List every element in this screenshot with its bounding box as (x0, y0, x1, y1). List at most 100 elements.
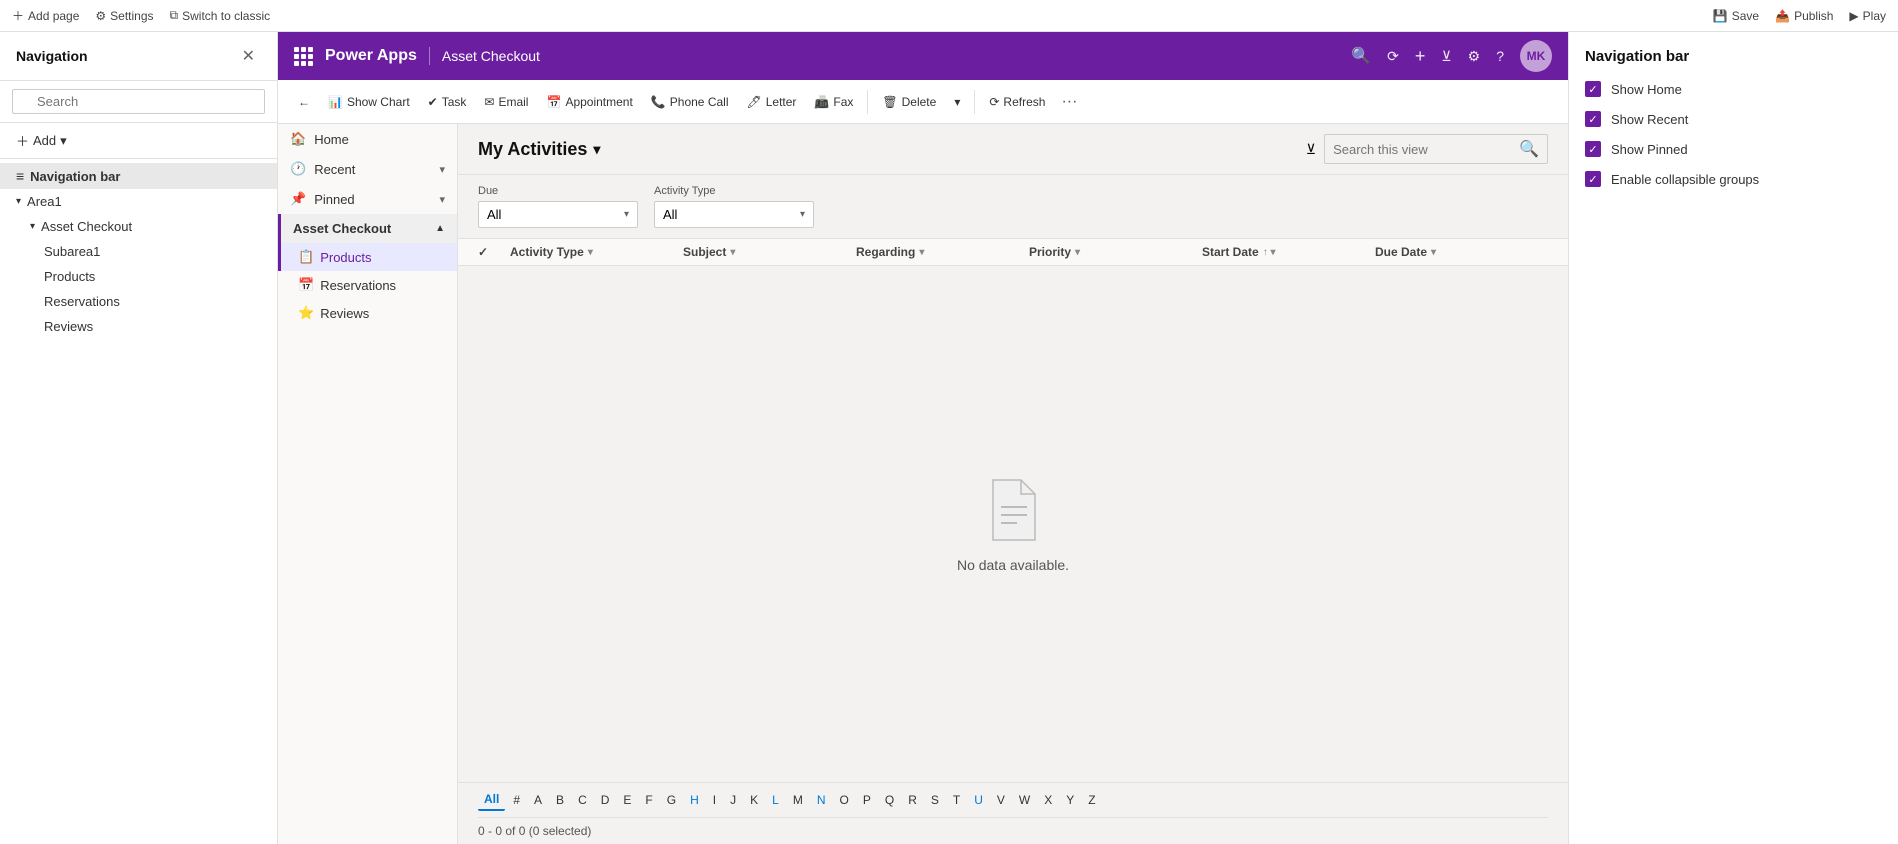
delete-button[interactable]: 🗑 Delete (874, 90, 944, 114)
pa-avatar[interactable]: MK (1520, 40, 1552, 72)
sort-icon-start-date: ↑ ▾ (1263, 247, 1276, 258)
nav-tree-item-area1[interactable]: ▾ Area1 (0, 189, 277, 214)
pa-refresh-icon[interactable]: ⟳ (1387, 48, 1399, 65)
col-activity-type[interactable]: Activity Type ▾ (510, 245, 683, 259)
pa-filter-icon[interactable]: ⊻ (1441, 48, 1451, 65)
phone-call-button[interactable]: 📞 Phone Call (643, 90, 737, 114)
nav-add-button[interactable]: ＋ Add ▾ (16, 131, 67, 150)
sidebar-pinned-item[interactable]: 📌 Pinned ▾ (278, 184, 457, 214)
pa-search-icon[interactable]: 🔍 (1351, 46, 1371, 66)
col-start-date[interactable]: Start Date ↑ ▾ (1202, 245, 1375, 259)
alpha-item-#[interactable]: # (507, 790, 526, 810)
alpha-item-o[interactable]: O (834, 790, 855, 810)
asset-checkout-collapse-icon: ▾ (30, 221, 35, 232)
show-chart-button[interactable]: 📊 Show Chart (320, 90, 418, 114)
alpha-item-k[interactable]: K (744, 790, 764, 810)
alpha-item-z[interactable]: Z (1082, 790, 1101, 810)
alpha-item-p[interactable]: P (857, 790, 877, 810)
sidebar-asset-checkout-section[interactable]: Asset Checkout ▲ (278, 214, 457, 243)
products-icon: 📋 (298, 249, 314, 265)
select-all-checkbox[interactable]: ✓ (478, 245, 510, 259)
play-button[interactable]: ▶ Play (1849, 9, 1886, 23)
pa-add-icon[interactable]: + (1415, 46, 1426, 67)
due-filter-select[interactable]: All ▾ (478, 201, 638, 228)
sidebar-item-reviews[interactable]: ⭐ Reviews (278, 299, 457, 327)
dropdown-more-button[interactable]: ▾ (946, 90, 968, 114)
sidebar-home-item[interactable]: 🏠 Home (278, 124, 457, 154)
save-button[interactable]: 💾 Save (1713, 9, 1759, 23)
nav-tree-item-asset-checkout[interactable]: ▾ Asset Checkout (0, 214, 277, 239)
nav-editor-close-button[interactable]: ✕ (236, 44, 261, 68)
nav-tree-item-reservations[interactable]: Reservations (0, 289, 277, 314)
sidebar-item-reservations[interactable]: 📅 Reservations (278, 271, 457, 299)
alpha-item-n[interactable]: N (811, 790, 832, 810)
col-priority[interactable]: Priority ▾ (1029, 245, 1202, 259)
alpha-item-e[interactable]: E (617, 790, 637, 810)
task-button[interactable]: ✔ Task (420, 90, 475, 114)
alpha-item-v[interactable]: V (991, 790, 1011, 810)
nav-tree-item-products[interactable]: Products (0, 264, 277, 289)
checkbox-show-pinned[interactable]: ✓ (1585, 141, 1601, 157)
reservations-icon: 📅 (298, 277, 314, 293)
alpha-item-u[interactable]: U (968, 790, 989, 810)
checkbox-show-home[interactable]: ✓ (1585, 81, 1601, 97)
alpha-item-c[interactable]: C (572, 790, 593, 810)
appointment-button[interactable]: 📅 Appointment (538, 90, 640, 114)
col-regarding[interactable]: Regarding ▾ (856, 245, 1029, 259)
back-button[interactable]: ← (290, 90, 318, 114)
alpha-item-q[interactable]: Q (879, 790, 900, 810)
alpha-item-t[interactable]: T (947, 790, 966, 810)
switch-classic-button[interactable]: ⧉ Switch to classic (170, 8, 271, 23)
alpha-item-d[interactable]: D (595, 790, 616, 810)
activity-type-filter-group: Activity Type All ▾ (654, 185, 814, 228)
checkbox-show-recent[interactable]: ✓ (1585, 111, 1601, 127)
nav-search-input[interactable] (12, 89, 265, 114)
alpha-item-i[interactable]: I (707, 790, 722, 810)
view-filter-icon[interactable]: ⊻ (1306, 141, 1316, 158)
refresh-button[interactable]: ⟳ Refresh (981, 90, 1053, 114)
alpha-item-all[interactable]: All (478, 789, 505, 811)
alpha-item-w[interactable]: W (1013, 790, 1036, 810)
sidebar-recent-item[interactable]: 🕐 Recent ▾ (278, 154, 457, 184)
due-chevron-icon: ▾ (624, 209, 629, 220)
alpha-item-x[interactable]: X (1038, 790, 1058, 810)
pinned-chevron-icon: ▾ (439, 193, 445, 206)
alpha-item-j[interactable]: J (724, 790, 742, 810)
fax-button[interactable]: 📠 Fax (806, 90, 861, 114)
checkbox-enable-collapsible[interactable]: ✓ (1585, 171, 1601, 187)
alpha-item-m[interactable]: M (787, 790, 809, 810)
app-layout: 🏠 Home 🕐 Recent ▾ 📌 Pinned (278, 124, 1568, 844)
pa-help-icon[interactable]: ? (1496, 48, 1504, 64)
settings-button[interactable]: ⚙ Settings (95, 9, 153, 23)
alpha-item-b[interactable]: B (550, 790, 570, 810)
alpha-item-y[interactable]: Y (1060, 790, 1080, 810)
publish-button[interactable]: 📤 Publish (1775, 9, 1833, 23)
fax-icon: 📠 (814, 95, 829, 109)
col-subject[interactable]: Subject ▾ (683, 245, 856, 259)
alpha-item-a[interactable]: A (528, 790, 548, 810)
apps-grid-icon[interactable] (294, 47, 313, 66)
add-page-button[interactable]: ＋ Add page (12, 7, 79, 24)
email-button[interactable]: ✉ Email (476, 90, 536, 114)
more-options-icon[interactable]: ··· (1055, 89, 1083, 115)
alpha-item-s[interactable]: S (925, 790, 945, 810)
alpha-item-f[interactable]: F (639, 790, 658, 810)
pa-settings-icon[interactable]: ⚙ (1468, 48, 1481, 65)
sidebar-item-products[interactable]: 📋 Products (278, 243, 457, 271)
alpha-item-l[interactable]: L (766, 790, 785, 810)
nav-search-container (0, 81, 277, 123)
view-title[interactable]: My Activities ▾ (478, 139, 600, 160)
reservations-nav-label: Reservations (44, 294, 120, 309)
letter-button[interactable]: 🖊 Letter (739, 90, 805, 114)
activity-type-select[interactable]: All ▾ (654, 201, 814, 228)
save-icon: 💾 (1713, 9, 1728, 23)
view-search-input[interactable] (1333, 142, 1513, 157)
view-search-box[interactable]: 🔍 (1324, 134, 1548, 164)
nav-tree-item-reviews[interactable]: Reviews (0, 314, 277, 339)
alpha-item-r[interactable]: R (902, 790, 923, 810)
nav-tree-item-subarea1[interactable]: Subarea1 (0, 239, 277, 264)
alpha-item-h[interactable]: H (684, 790, 705, 810)
alpha-item-g[interactable]: G (661, 790, 682, 810)
col-due-date[interactable]: Due Date ▾ (1375, 245, 1548, 259)
nav-tree-item-navbar[interactable]: ≡ Navigation bar (0, 163, 277, 189)
